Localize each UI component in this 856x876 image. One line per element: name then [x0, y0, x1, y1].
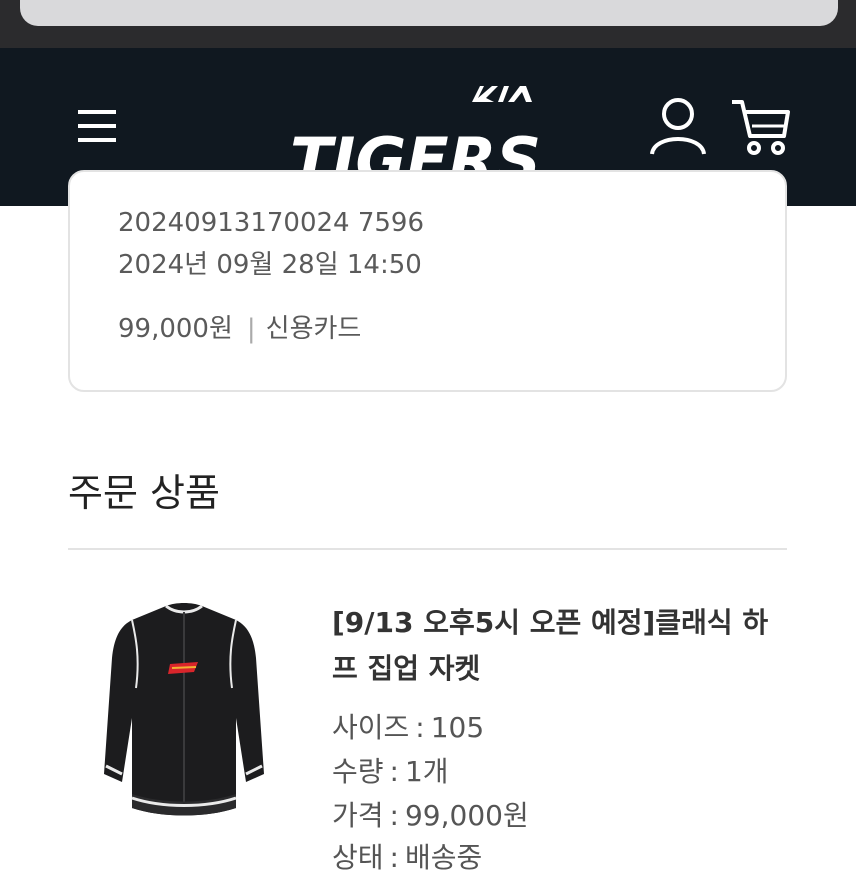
spec-price: 가격:99,000원 — [332, 794, 529, 834]
address-bar[interactable] — [20, 0, 838, 26]
user-icon[interactable] — [646, 96, 710, 158]
spec-colon: : — [389, 755, 399, 788]
menu-button[interactable] — [74, 106, 120, 146]
menu-icon-line — [78, 124, 116, 128]
spec-value: 105 — [430, 711, 485, 744]
spec-colon: : — [389, 841, 399, 874]
spec-size: 사이즈:105 — [332, 706, 484, 746]
order-info-card — [68, 170, 787, 392]
menu-icon-line — [78, 138, 116, 142]
kia-logo-icon — [472, 86, 532, 102]
menu-icon-line — [78, 110, 116, 114]
spec-value: 99,000원 — [404, 799, 529, 832]
spec-label: 상태 — [332, 841, 384, 874]
spec-label: 수량 — [332, 755, 384, 788]
spec-colon: : — [389, 799, 399, 832]
divider — [68, 548, 787, 550]
separator: | — [246, 314, 256, 344]
cart-icon[interactable] — [728, 96, 792, 158]
payment-method: 신용카드 — [265, 314, 362, 344]
order-number: 20240913170024 7596 — [118, 208, 425, 238]
spec-colon: : — [415, 711, 425, 744]
spec-quantity: 수량:1개 — [332, 750, 449, 790]
order-amount: 99,000원 — [118, 314, 233, 344]
spec-value: 배송중 — [404, 841, 483, 874]
spec-label: 가격 — [332, 799, 384, 832]
spec-status: 상태: 배송중 — [332, 836, 482, 876]
order-date: 2024년 09월 28일 14:50 — [118, 250, 422, 280]
section-title: 주문 상품 — [68, 471, 220, 515]
product-image[interactable] — [96, 598, 272, 820]
order-payment: 99,000원 | 신용카드 — [118, 308, 361, 345]
spec-label: 사이즈 — [332, 711, 410, 744]
product-name[interactable]: [9/13 오후5시 오픈 예정]클래식 하프 집업 자켓 — [332, 600, 772, 692]
spec-value: 1개 — [404, 755, 449, 788]
browser-toolbar — [0, 0, 856, 48]
